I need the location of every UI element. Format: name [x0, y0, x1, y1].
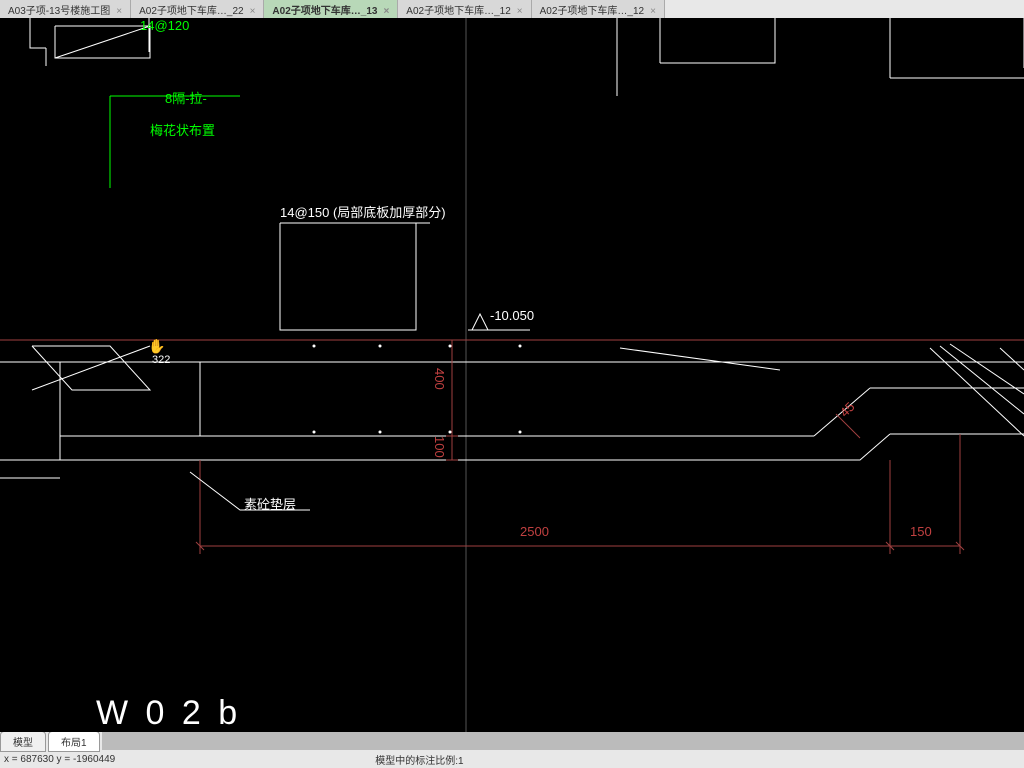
dim-100: 100	[432, 436, 447, 458]
close-icon[interactable]: ×	[517, 6, 523, 17]
tab-spacer	[102, 732, 1024, 750]
status-coords: x = 687630 y = -1960449	[4, 754, 115, 765]
annot-green-top: 14@120	[140, 18, 189, 33]
annot-green-1: 8隔-拉-	[165, 88, 207, 107]
close-icon[interactable]: ×	[116, 6, 122, 17]
annot-rebar: 14@150 (局部底板加厚部分)	[280, 202, 446, 221]
doc-tab-1[interactable]: A02子项地下车库…_22×	[131, 0, 264, 19]
status-bar: x = 687630 y = -1960449 模型中的标注比例:1	[0, 750, 1024, 768]
annot-green-2: 梅花状布置	[150, 120, 215, 139]
dim-150: 150	[910, 524, 932, 539]
dim-2500: 2500	[520, 524, 549, 539]
drawing-canvas[interactable]: 14@120 8隔-拉- 梅花状布置 14@150 (局部底板加厚部分) -10…	[0, 18, 1024, 732]
doc-tab-0[interactable]: A03子项-13号楼施工图×	[0, 0, 131, 19]
annot-elev: -10.050	[490, 308, 534, 323]
document-tabs: A03子项-13号楼施工图× A02子项地下车库…_22× A02子项地下车库……	[0, 0, 1024, 18]
annot-concrete: 素砼垫层	[244, 494, 296, 513]
dim-400: 400	[432, 368, 447, 390]
doc-tab-2[interactable]: A02子项地下车库…_13×	[264, 0, 398, 19]
model-tab[interactable]: 模型	[0, 731, 46, 752]
status-scale: 模型中的标注比例:1	[375, 752, 463, 767]
close-icon[interactable]: ×	[650, 6, 656, 17]
close-icon[interactable]: ×	[250, 6, 256, 17]
section-label: W 0 2 b	[96, 694, 241, 732]
layout-tabs: 模型 布局1	[0, 732, 1024, 750]
pan-cursor-icon: ✋	[148, 338, 165, 355]
doc-tab-4[interactable]: A02子项地下车库…_12×	[532, 0, 665, 19]
layout1-tab[interactable]: 布局1	[48, 731, 100, 752]
mark-322: 322	[152, 354, 170, 366]
doc-tab-3[interactable]: A02子项地下车库…_12×	[398, 0, 531, 19]
close-icon[interactable]: ×	[383, 6, 389, 17]
